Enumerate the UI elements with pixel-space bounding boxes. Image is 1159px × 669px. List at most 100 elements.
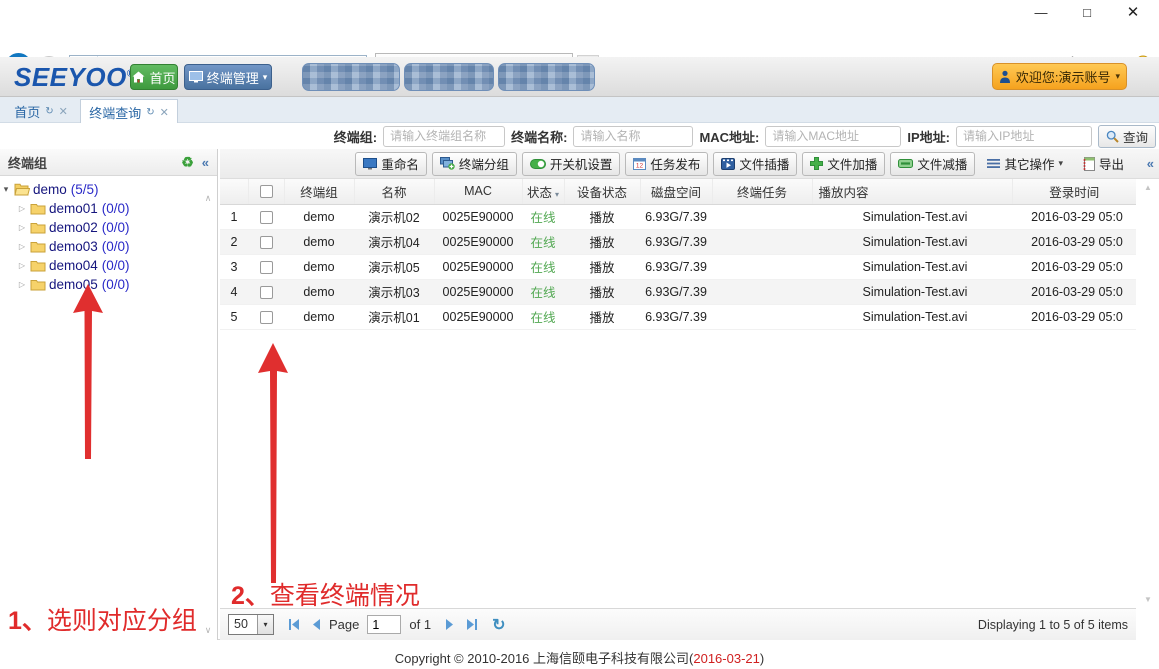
- filter-group-label: 终端组:: [334, 127, 377, 146]
- file-remove-button[interactable]: 文件减播: [890, 152, 975, 176]
- header-device-status[interactable]: 设备状态: [564, 179, 640, 204]
- nav-terminal-label: 终端管理: [207, 68, 259, 87]
- expand-closed-icon[interactable]: ▷: [16, 223, 28, 232]
- tab-home[interactable]: 首页 ↻ ✕: [6, 99, 76, 123]
- other-operations-button[interactable]: 其它操作 ▾: [980, 152, 1070, 176]
- screen: — □ ✕ ← → ▾ e http://ds.seeyoo.cn:8888/m…: [0, 0, 1159, 669]
- redacted-nav-button-2[interactable]: [404, 63, 494, 91]
- first-page-icon[interactable]: [288, 619, 301, 630]
- expand-closed-icon[interactable]: ▷: [16, 242, 28, 251]
- sidebar-header: 终端组 ♻ «: [0, 149, 217, 176]
- tree-node-demo05[interactable]: ▷ demo05 (0/0): [16, 275, 200, 294]
- cell-device-status: 播放: [564, 204, 640, 229]
- rename-button[interactable]: 重命名: [355, 152, 427, 176]
- tree-node-demo02[interactable]: ▷ demo02 (0/0): [16, 218, 200, 237]
- header-mac[interactable]: MAC: [434, 179, 522, 204]
- nav-terminal-management-button[interactable]: 终端管理 ▾: [184, 64, 272, 90]
- filter-bar: 终端组: 终端名称: MAC地址: IP地址: 查询: [0, 123, 1159, 149]
- search-button[interactable]: 查询: [1098, 125, 1156, 148]
- welcome-account-button[interactable]: 欢迎您:演示账号 ▾: [992, 63, 1127, 90]
- select-all-checkbox[interactable]: [260, 185, 273, 198]
- terminal-group-button[interactable]: 终端分组: [432, 152, 517, 176]
- copyright-text: Copyright © 2010-2016 上海信颐电子科技有限公司(: [395, 651, 694, 666]
- header-name[interactable]: 名称: [354, 179, 434, 204]
- power-settings-button[interactable]: 开关机设置: [522, 152, 621, 176]
- table-row[interactable]: 5 demo 演示机01 0025E90000 在线 播放 6.93G/7.39…: [220, 304, 1136, 329]
- tab-query-close-icon[interactable]: ✕: [160, 106, 169, 119]
- pager-nav: [288, 619, 321, 630]
- task-publish-button[interactable]: 12 任务发布: [625, 152, 708, 176]
- redacted-nav-button-3[interactable]: [498, 63, 595, 91]
- terminal-group-icon: [440, 157, 455, 170]
- row-checkbox[interactable]: [260, 211, 273, 224]
- sort-caret-icon[interactable]: ▾: [555, 190, 559, 199]
- sidebar-refresh-icon[interactable]: ♻: [181, 154, 194, 171]
- next-page-icon[interactable]: [445, 619, 455, 630]
- minimize-button[interactable]: —: [1022, 2, 1060, 24]
- last-page-icon[interactable]: [465, 619, 478, 630]
- cell-group: demo: [284, 254, 354, 279]
- nav-home-button[interactable]: 首页: [130, 64, 178, 90]
- tree-node-demo01[interactable]: ▷ demo01 (0/0): [16, 199, 200, 218]
- power-settings-label: 开关机设置: [550, 154, 613, 173]
- terminal-group-tree: ▾ demo (5/5) ▷ demo01 (0/0) ▷ demo02 (0/…: [0, 180, 200, 294]
- redacted-nav-button-1[interactable]: [302, 63, 400, 91]
- cell-content: Simulation-Test.avi: [812, 254, 1012, 279]
- row-checkbox[interactable]: [260, 286, 273, 299]
- maximize-button[interactable]: □: [1068, 2, 1106, 24]
- tab-terminal-query[interactable]: 终端查询 ↻ ✕: [80, 99, 178, 124]
- tab-query-refresh-icon[interactable]: ↻: [146, 107, 154, 118]
- header-task[interactable]: 终端任务: [712, 179, 812, 204]
- header-checkbox[interactable]: [248, 179, 284, 204]
- file-insert-button[interactable]: 文件插播: [713, 152, 797, 176]
- close-window-button[interactable]: ✕: [1114, 2, 1152, 24]
- browser-navbar: ← → ▾ e http://ds.seeyoo.cn:8888/mps/ir …: [0, 26, 1159, 57]
- table-row[interactable]: 2 demo 演示机04 0025E90000 在线 播放 6.93G/7.39…: [220, 229, 1136, 254]
- content-region: 终端组 ♻ « ▾ demo (5/5) ▷ demo01 (0/0): [0, 149, 1159, 640]
- table-scroll-down-icon[interactable]: ▼: [1142, 595, 1154, 604]
- expand-closed-icon[interactable]: ▷: [16, 204, 28, 213]
- tree-node-demo04[interactable]: ▷ demo04 (0/0): [16, 256, 200, 275]
- row-checkbox[interactable]: [260, 261, 273, 274]
- sidebar-scroll-down-icon[interactable]: ∨: [202, 625, 214, 636]
- page-size-select[interactable]: 50 ▾: [228, 614, 274, 635]
- table-row[interactable]: 1 demo 演示机02 0025E90000 在线 播放 6.93G/7.39…: [220, 204, 1136, 229]
- expand-open-icon[interactable]: ▾: [0, 184, 12, 195]
- row-checkbox[interactable]: [260, 311, 273, 324]
- filter-ip-label: IP地址:: [907, 127, 950, 146]
- expand-closed-icon[interactable]: ▷: [16, 261, 28, 270]
- cell-task: [712, 254, 812, 279]
- header-group[interactable]: 终端组: [284, 179, 354, 204]
- header-status[interactable]: 状态▾: [522, 179, 564, 204]
- copyright-close: ): [760, 651, 764, 666]
- tree-node-count: (0/0): [102, 201, 130, 216]
- table-row[interactable]: 4 demo 演示机03 0025E90000 在线 播放 6.93G/7.39…: [220, 279, 1136, 304]
- tab-home-refresh-icon[interactable]: ↻: [45, 106, 53, 117]
- expand-closed-icon[interactable]: ▷: [16, 280, 28, 289]
- header-disk[interactable]: 磁盘空间: [640, 179, 712, 204]
- cell-login-time: 2016-03-29 05:0: [1012, 254, 1136, 279]
- action-toolbar: 重命名 终端分组 开关机设置 12 任务发布 文件插播: [220, 149, 1159, 179]
- filter-mac-input[interactable]: [765, 126, 901, 147]
- tree-node-name: demo03: [49, 239, 98, 254]
- file-add-button[interactable]: 文件加播: [802, 152, 885, 176]
- row-checkbox[interactable]: [260, 236, 273, 249]
- export-button[interactable]: 导出: [1075, 152, 1131, 176]
- page-number-input[interactable]: [367, 615, 401, 634]
- panel-collapse-icon[interactable]: «: [1147, 156, 1154, 171]
- header-login-time[interactable]: 登录时间: [1012, 179, 1136, 204]
- sidebar-scroll-up-icon[interactable]: ∧: [202, 193, 214, 204]
- filter-group-input[interactable]: [383, 126, 505, 147]
- file-remove-label: 文件减播: [917, 154, 967, 173]
- table-row[interactable]: 3 demo 演示机05 0025E90000 在线 播放 6.93G/7.39…: [220, 254, 1136, 279]
- header-content[interactable]: 播放内容: [812, 179, 1012, 204]
- pager-refresh-icon[interactable]: ↻: [492, 615, 505, 635]
- prev-page-icon[interactable]: [311, 619, 321, 630]
- tree-node-demo[interactable]: ▾ demo (5/5): [0, 180, 200, 199]
- filter-ip-input[interactable]: [956, 126, 1092, 147]
- tab-home-close-icon[interactable]: ✕: [59, 105, 68, 118]
- sidebar-collapse-icon[interactable]: «: [202, 155, 209, 170]
- table-scroll-up-icon[interactable]: ▲: [1142, 183, 1154, 192]
- tree-node-demo03[interactable]: ▷ demo03 (0/0): [16, 237, 200, 256]
- filter-name-input[interactable]: [573, 126, 693, 147]
